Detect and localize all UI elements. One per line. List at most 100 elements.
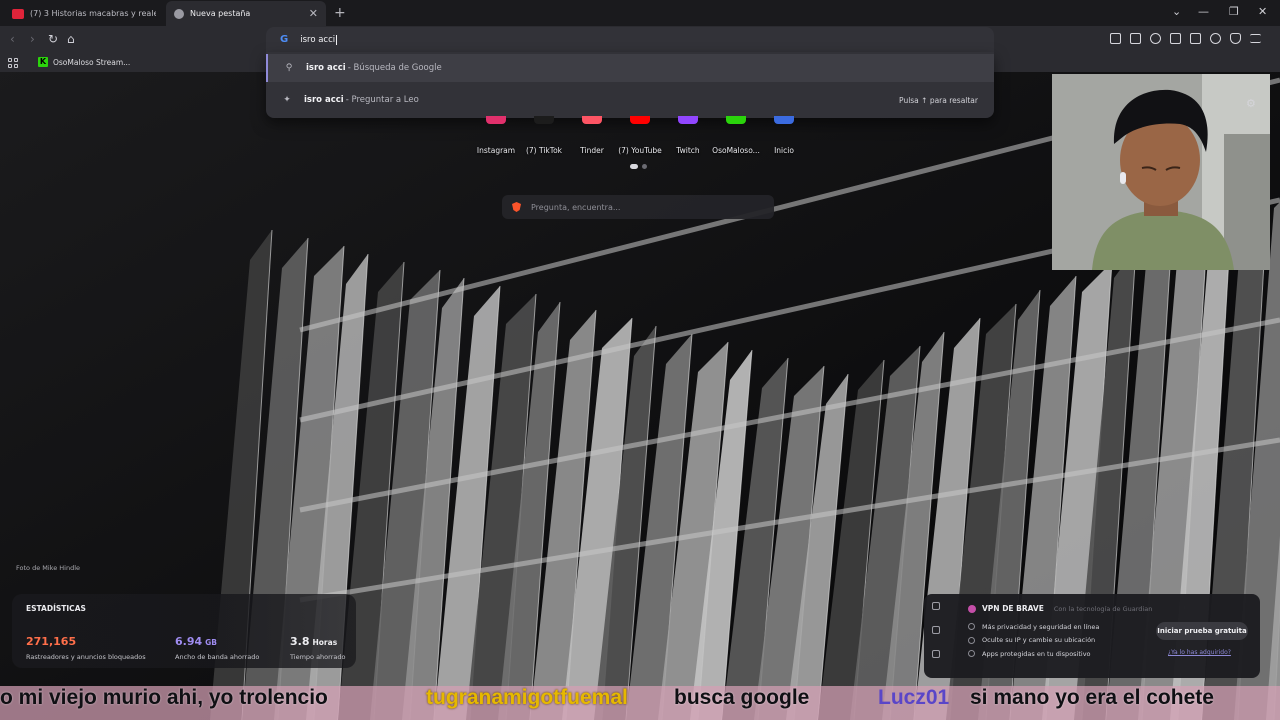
stat-value: 271,165 (26, 635, 77, 648)
tab-youtube-video[interactable]: (7) 3 Historias macabras y reales del (4, 1, 164, 26)
reload-icon[interactable]: ↻ (48, 32, 58, 46)
twitch-icon (678, 116, 698, 124)
vpn-shield-icon[interactable] (1230, 33, 1241, 44)
close-tab-icon[interactable]: ✕ (309, 7, 318, 20)
top-site-label: Tinder (580, 146, 604, 155)
warning-icon[interactable] (932, 626, 940, 634)
leo-search-box[interactable]: Pregunta, encuentra... (502, 195, 774, 219)
stat-desc: Tiempo ahorrado (290, 653, 346, 661)
suggestion-ask-leo[interactable]: ✦ isro acci - Preguntar a Leo Pulsa ↑ pa… (266, 86, 994, 114)
sidebar-icon[interactable] (1170, 33, 1181, 44)
tab-title: Nueva pestaña (190, 9, 251, 18)
top-site-label: OsoMaloso... (712, 146, 760, 155)
already-purchased-link[interactable]: ¿Ya lo has adquirido? (1168, 649, 1231, 656)
top-site-osomaloso[interactable]: OsoMaloso... (712, 116, 760, 155)
forward-icon[interactable]: › (30, 32, 35, 46)
tinder-icon (582, 116, 602, 124)
vpn-features: Más privacidad y seguridad en línea Ocul… (968, 620, 1099, 661)
stat-time: 3.8 Horas Tiempo ahorrado (290, 630, 345, 661)
tab-new-tab[interactable]: Nueva pestaña ✕ (166, 1, 326, 26)
wallet-icon[interactable] (1190, 33, 1201, 44)
vpn-provider: Con la tecnología de Guardian (1053, 604, 1153, 613)
top-site-instagram[interactable]: Instagram (472, 116, 520, 155)
bookmark-label: OsoMaloso Stream... (53, 57, 131, 67)
stat-bandwidth: 6.94 GB Ancho de banda ahorrado (175, 630, 259, 661)
instagram-icon (486, 116, 506, 124)
kick-icon (726, 116, 746, 124)
suggestion-source: - Búsqueda de Google (347, 63, 442, 73)
suggestion-source: - Preguntar a Leo (345, 95, 419, 105)
photo-credit[interactable]: Foto de Mike Hindle (16, 564, 80, 572)
top-site-label: Instagram (476, 146, 516, 155)
home-icon[interactable]: ⌂ (67, 32, 75, 46)
chat-username: Lucz01 (878, 686, 950, 709)
top-site-tiktok[interactable]: (7) TikTok (520, 116, 568, 155)
window-close-icon[interactable]: ✕ (1258, 5, 1267, 18)
stat-desc: Ancho de banda ahorrado (175, 653, 260, 661)
stream-chat-ticker: o mi viejo murio ahi, yo trolencio tugra… (0, 686, 1280, 720)
new-tab-plus-icon[interactable]: + (334, 5, 346, 21)
suggestion-google-search[interactable]: ⚲ isro acci - Búsqueda de Google (266, 54, 994, 82)
vpn-shield-icon[interactable] (932, 602, 940, 610)
back-icon[interactable]: ‹ (10, 32, 15, 46)
search-icon: ⚲ (285, 63, 293, 73)
minimize-icon[interactable]: — (1198, 5, 1209, 18)
top-site-tinder[interactable]: Tinder (568, 116, 616, 155)
tab-list-chevron-icon[interactable]: ⌄ (1172, 5, 1181, 18)
top-sites-pager[interactable] (630, 164, 647, 169)
vpn-logo-icon (968, 604, 976, 613)
extension-icon[interactable] (1110, 33, 1121, 44)
top-site-label: (7) YouTube (618, 146, 662, 155)
stats-widget: ESTADÍSTICAS 271,165 Rastreadores y anun… (12, 594, 356, 668)
top-site-label: Inicio (774, 146, 794, 155)
restore-icon[interactable]: ❐ (1229, 5, 1239, 18)
music-icon[interactable] (1150, 33, 1161, 44)
stat-value: 6.94 (175, 635, 203, 648)
customize-gear-icon[interactable]: ⚙ (1246, 97, 1256, 110)
youtube-icon (12, 8, 24, 19)
brave-lion-icon (512, 202, 521, 212)
start-trial-button[interactable]: Iniciar prueba gratuita (1156, 622, 1248, 640)
vpn-feature: Apps protegidas en tu dispositivo (968, 647, 1099, 661)
text-caret (336, 34, 338, 45)
suggestion-query: isro acci (304, 95, 344, 105)
toolbar-extensions (1110, 33, 1261, 44)
vpn-feature: Más privacidad y seguridad en línea (968, 620, 1099, 634)
top-site-label: (7) TikTok (525, 146, 563, 155)
top-site-youtube[interactable]: (7) YouTube (616, 116, 664, 155)
top-sites: Instagram (7) TikTok Tinder (7) YouTube … (472, 116, 812, 156)
vpn-widget: VPN DE BRAVE Con la tecnología de Guardi… (924, 594, 1260, 678)
highlight-hint: Pulsa ↑ para resaltar (899, 95, 978, 105)
bookmark-osomaloso[interactable]: K OsoMaloso Stream... (38, 57, 130, 67)
vpn-feature: Oculte su IP y cambie su ubicación (968, 634, 1099, 648)
top-site-label: Twitch (676, 146, 700, 155)
leo-icon: ✦ (283, 95, 291, 105)
google-icon: G (280, 34, 289, 45)
ask-placeholder: Pregunta, encuentra... (531, 202, 621, 212)
top-site-inicio[interactable]: Inicio (760, 116, 808, 155)
browser-window: (7) 3 Historias macabras y reales del Nu… (0, 0, 1280, 720)
stat-unit: GB (205, 638, 218, 647)
inicio-icon (774, 116, 794, 124)
card-icon[interactable] (932, 650, 940, 658)
address-bar[interactable]: G isro acci (266, 27, 994, 52)
omnibox-suggestions: ⚲ isro acci - Búsqueda de Google ✦ isro … (266, 52, 994, 118)
suggestion-query: isro acci (306, 63, 346, 73)
screenshot-icon[interactable] (1130, 33, 1141, 44)
top-site-twitch[interactable]: Twitch (664, 116, 712, 155)
webcam-overlay (1052, 74, 1270, 270)
chat-message: busca google (674, 686, 810, 709)
tiktok-icon (534, 116, 554, 124)
chat-username: tugranamigotfuemal (426, 686, 628, 709)
brave-shield-icon (174, 8, 184, 19)
kick-icon: K (38, 57, 48, 67)
apps-grid-icon[interactable] (8, 58, 18, 68)
address-input[interactable]: isro acci (300, 35, 335, 45)
leo-star-icon[interactable] (1210, 33, 1221, 44)
stats-title: ESTADÍSTICAS (26, 604, 86, 613)
tab-strip: (7) 3 Historias macabras y reales del Nu… (0, 0, 1280, 26)
vpn-title: VPN DE BRAVE (982, 604, 1044, 613)
stat-trackers: 271,165 Rastreadores y anuncios bloquead… (26, 630, 146, 661)
stat-desc: Rastreadores y anuncios bloqueados (26, 653, 146, 661)
menu-icon[interactable] (1250, 34, 1261, 43)
